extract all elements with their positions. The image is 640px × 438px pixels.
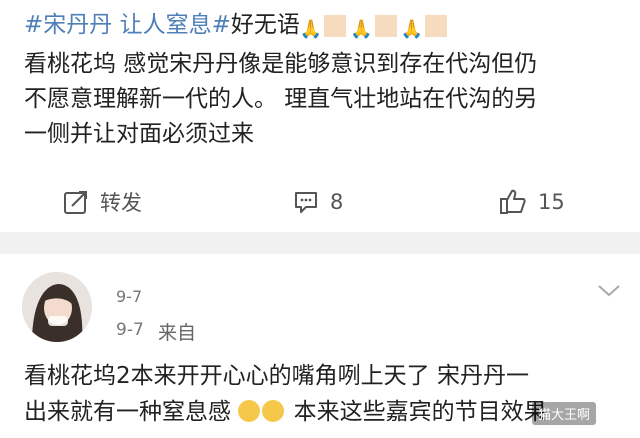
comment-line-2-end: 本来这些嘉宾的节目效果 [293, 399, 547, 425]
comment-source: 来自 [158, 322, 197, 344]
comment-line-1: 看桃花坞2本来开开心心的嘴角咧上天了 宋丹丹一 [24, 363, 529, 389]
section-divider [0, 232, 640, 254]
watermark: 猫大王啊 [532, 402, 597, 425]
emoji-placeholder-icon [324, 15, 347, 37]
comment-date-secondary: 9-7 [116, 320, 144, 340]
post-text-inline: 好无语 [230, 12, 300, 38]
weibo-post: #宋丹丹 让人窒息#好无语🙏 🙏 🙏 看桃花坞 感觉宋丹丹像是能够意识到存在代沟但仍… [0, 0, 640, 232]
post-line-3: 一侧并让对面必须过来 [24, 121, 254, 147]
emoji-placeholder-icon [374, 15, 397, 37]
smiling-face-icon [262, 400, 285, 422]
thumbs-up-icon [500, 189, 526, 214]
praying-hands-icon: 🙏 [400, 19, 424, 40]
post-actions-bar: 转发 8 15 [0, 174, 640, 230]
like-button[interactable]: 15 [498, 174, 565, 230]
repost-icon [64, 191, 87, 214]
smiling-face-icon [238, 400, 261, 422]
praying-hands-icon: 🙏 [350, 19, 373, 40]
chevron-down-icon[interactable] [596, 282, 622, 300]
emoji-placeholder-icon [425, 15, 448, 37]
comment-icon [295, 192, 317, 213]
post-line-1: 看桃花坞 感觉宋丹丹像是能够意识到存在代沟但仍 [24, 51, 538, 77]
comment-line-2-start: 出来就有一种窒息感 [24, 399, 231, 425]
repost-label: 转发 [100, 191, 142, 215]
post-line-2: 不愿意理解新一代的人。 理直气壮地站在代沟的另 [24, 86, 538, 112]
comment-date: 9-7 [116, 287, 143, 306]
hashtag-link[interactable]: #宋丹丹 让人窒息# [24, 12, 231, 38]
post-text: #宋丹丹 让人窒息#好无语🙏 🙏 🙏 看桃花坞 感觉宋丹丹像是能够意识到存在代沟但仍… [24, 8, 624, 152]
comment-item: 9-7 9-7 来自 看桃花坞2本来开开心心的嘴角咧上天了 宋丹丹一 出来就有一… [0, 254, 640, 438]
praying-hands-icon: 🙏 [299, 19, 323, 40]
repost-button[interactable]: 转发 [62, 174, 142, 230]
emoji-group: 🙏 🙏 🙏 [300, 11, 451, 47]
comment-count: 8 [330, 190, 344, 214]
avatar[interactable] [22, 272, 92, 342]
comment-button[interactable]: 8 [292, 174, 343, 230]
like-count: 15 [538, 190, 565, 214]
